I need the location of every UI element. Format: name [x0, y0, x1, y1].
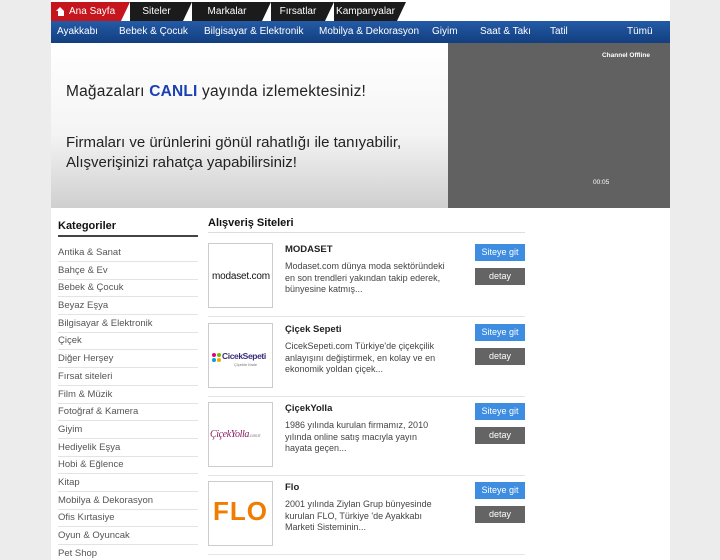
video-time: 00:05 [593, 179, 610, 186]
sidebar-item-pet-shop[interactable]: Pet Shop [58, 545, 198, 560]
list-item: FLO Flo 2001 yılında Ziylan Grup bünyesi… [208, 476, 525, 555]
sidebar-item-hobi-eglence[interactable]: Hobi & Eğlence [58, 456, 198, 474]
site-name[interactable]: MODASET [285, 244, 333, 255]
visit-site-button[interactable]: Siteye git [475, 244, 525, 261]
category-nav-bar: Ayakkabı Bebek & Çocuk Bilgisayar & Elek… [51, 21, 670, 43]
tab-label: Kampanyalar [336, 6, 395, 17]
nav-item-bebek-cocuk[interactable]: Bebek & Çocuk [119, 21, 188, 43]
logo-text: CicekSepeti [222, 351, 266, 361]
tab-label: Fırsatlar [279, 6, 317, 17]
visit-site-button[interactable]: Siteye git [475, 324, 525, 341]
headline-highlight: CANLI [149, 83, 198, 100]
sidebar-item-bebek-cocuk[interactable]: Bebek & Çocuk [58, 279, 198, 297]
logo-subtext: .com.tr [248, 434, 261, 439]
site-description: CicekSepeti.com Türkiye'de çiçekçilik an… [285, 341, 436, 375]
banner-subtext: Firmaları ve ürünlerini gönül rahatlığı … [66, 133, 401, 173]
home-icon [56, 7, 65, 16]
sidebar-item-firsat-siteleri[interactable]: Fırsat siteleri [58, 368, 198, 386]
sidebar-item-beyaz-esya[interactable]: Beyaz Eşya [58, 297, 198, 315]
detail-button[interactable]: detay [475, 506, 525, 523]
site-name[interactable]: Çiçek Sepeti [285, 324, 342, 335]
logo-text: modaset.com [212, 271, 270, 282]
tab-label: Markalar [207, 6, 247, 17]
site-name[interactable]: Flo [285, 482, 299, 493]
site-logo-flo[interactable]: FLO [208, 481, 273, 546]
live-video-player[interactable]: Channel Offline 00:05 [448, 43, 670, 208]
nav-item-mobilya-dekorasyon[interactable]: Mobilya & Dekorasyon [319, 21, 419, 43]
site-logo-ciceksepeti[interactable]: CicekSepeti Çiçekle Ifade [208, 323, 273, 388]
tab-kampanyalar[interactable]: Kampanyalar [334, 2, 406, 21]
nav-item-tumu[interactable]: Tümü [627, 21, 653, 43]
list-item: CicekSepeti Çiçekle Ifade Çiçek Sepeti C… [208, 318, 525, 397]
nav-item-saat-taki[interactable]: Saat & Takı [480, 21, 531, 43]
sidebar-item-diger-hersey[interactable]: Diğer Herşey [58, 350, 198, 368]
sidebar-item-oyun-oyuncak[interactable]: Oyun & Oyuncak [58, 527, 198, 545]
nav-item-tatil[interactable]: Tatil [550, 21, 568, 43]
main-divider [208, 232, 525, 233]
sidebar-item-bilgisayar-elektronik[interactable]: Bilgisayar & Elektronik [58, 315, 198, 333]
shopping-sites-title: Alışveriş Siteleri [208, 217, 294, 229]
sidebar-item-cicek[interactable]: Çiçek [58, 332, 198, 350]
sidebar-item-antika-sanat[interactable]: Antika & Sanat [58, 244, 198, 262]
sidebar-item-kitap[interactable]: Kitap [58, 474, 198, 492]
top-tab-bar: Ana Sayfa Siteler Markalar Fırsatlar Kam… [51, 0, 670, 21]
visit-site-button[interactable]: Siteye git [475, 403, 525, 420]
sidebar-item-film-muzik[interactable]: Film & Müzik [58, 386, 198, 404]
sidebar-item-giyim[interactable]: Giyim [58, 421, 198, 439]
banner-headline: Mağazaları CANLI yayında izlemektesiniz! [66, 83, 366, 101]
sidebar-item-bahce-ev[interactable]: Bahçe & Ev [58, 262, 198, 280]
site-description: 1986 yılında kurulan firmamız, 2010 yılı… [285, 420, 429, 454]
detail-button[interactable]: detay [475, 268, 525, 285]
tab-firsatlar[interactable]: Fırsatlar [271, 2, 334, 21]
detail-button[interactable]: detay [475, 348, 525, 365]
logo-text: FLO [213, 496, 268, 526]
sidebar-divider [58, 235, 198, 237]
logo-word: ÇiçekYolla [210, 429, 249, 440]
tab-label: Ana Sayfa [69, 6, 116, 17]
visit-site-button[interactable]: Siteye git [475, 482, 525, 499]
page: Ana Sayfa Siteler Markalar Fırsatlar Kam… [51, 0, 670, 560]
sidebar-item-fotograf-kamera[interactable]: Fotoğraf & Kamera [58, 403, 198, 421]
site-description: 2001 yılında Ziylan Grup bünyesinde kuru… [285, 499, 432, 533]
site-logo-modaset[interactable]: modaset.com [208, 243, 273, 308]
site-logo-cicekyolla[interactable]: ÇiçekYolla.com.tr [208, 402, 273, 467]
tab-label: Siteler [142, 6, 171, 17]
banner-subtext-line: Alışverişinizi rahatça yapabilirsiniz! [66, 154, 297, 171]
live-banner: Mağazaları CANLI yayında izlemektesiniz!… [51, 43, 448, 208]
nav-item-ayakkabi[interactable]: Ayakkabı [57, 21, 98, 43]
tab-ana-sayfa[interactable]: Ana Sayfa [51, 2, 130, 21]
logo-text: ÇiçekYolla.com.tr [210, 429, 261, 440]
banner-subtext-line: Firmaları ve ürünlerini gönül rahatlığı … [66, 134, 402, 151]
site-description: Modaset.com dünya moda sektöründeki en s… [285, 261, 445, 295]
list-item: ÇiçekYolla.com.tr ÇiçekYolla 1986 yılınd… [208, 397, 525, 476]
headline-text: yayında izlemektesiniz! [197, 83, 367, 100]
sidebar-title: Kategoriler [58, 220, 117, 232]
sidebar-item-ofis-kirtasiye[interactable]: Ofis Kırtasiye [58, 509, 198, 527]
tab-siteler[interactable]: Siteler [130, 2, 192, 21]
headline-text: Mağazaları [66, 83, 150, 100]
tab-markalar[interactable]: Markalar [192, 2, 271, 21]
flower-icon [212, 353, 221, 362]
logo-subtext: Çiçekle Ifade [234, 362, 258, 367]
nav-item-bilgisayar-elektronik[interactable]: Bilgisayar & Elektronik [204, 21, 303, 43]
list-item: modaset.com MODASET Modaset.com dünya mo… [208, 238, 525, 317]
sidebar-item-hediyelik-esya[interactable]: Hediyelik Eşya [58, 439, 198, 457]
site-name[interactable]: ÇiçekYolla [285, 403, 332, 414]
sidebar-item-mobilya-dekorasyon[interactable]: Mobilya & Dekorasyon [58, 492, 198, 510]
video-status: Channel Offline [601, 52, 650, 59]
nav-item-giyim[interactable]: Giyim [432, 21, 458, 43]
detail-button[interactable]: detay [475, 427, 525, 444]
